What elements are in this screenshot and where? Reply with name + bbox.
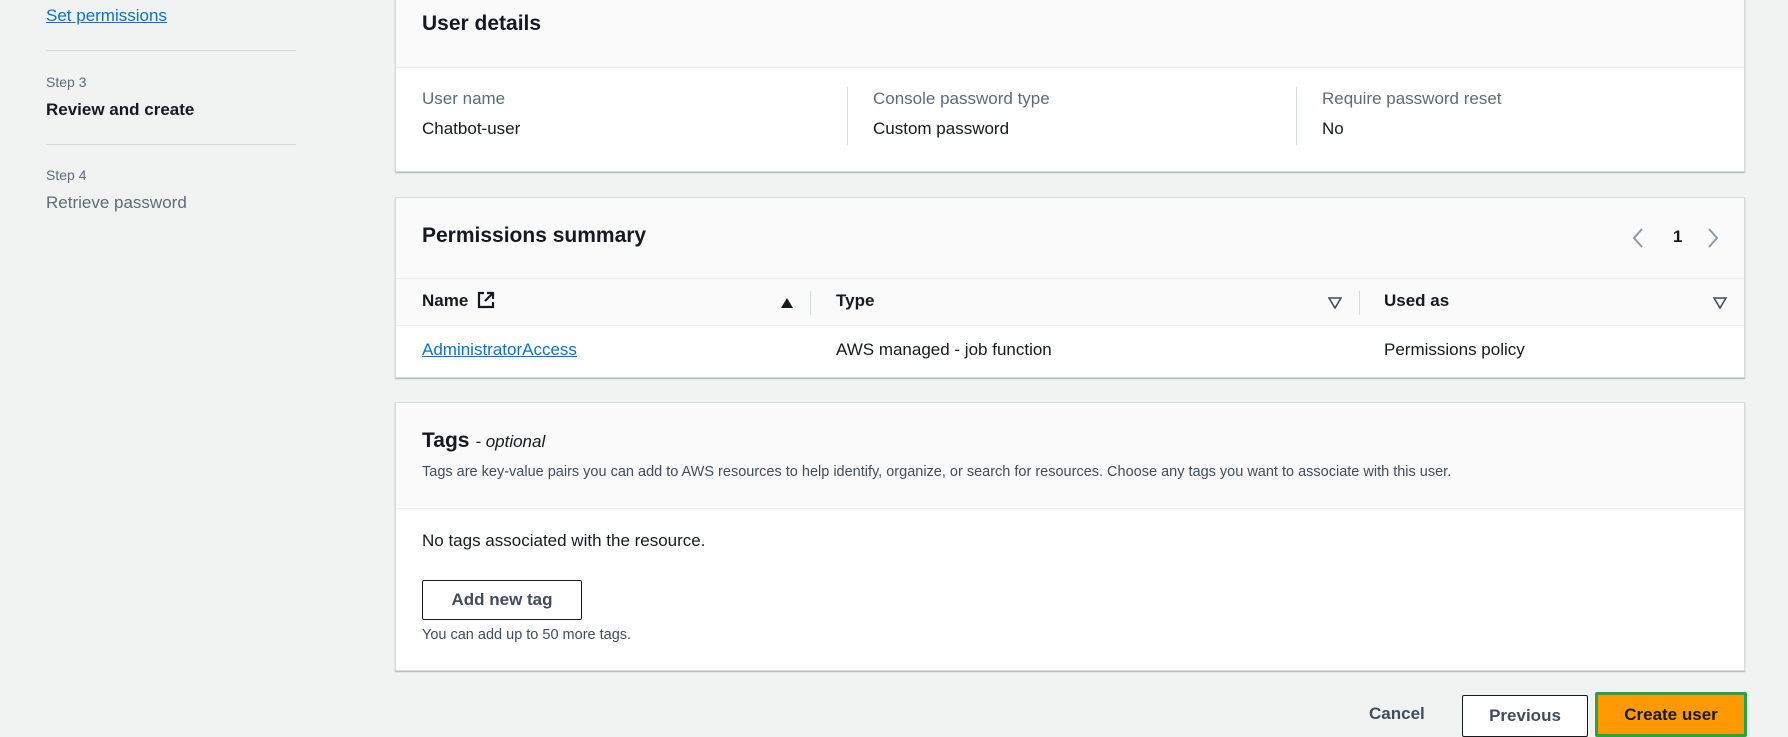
step4-label: Step 4 bbox=[46, 167, 87, 183]
tags-panel: Tags - optional Tags are key-value pairs… bbox=[395, 402, 1745, 671]
tags-header: Tags - optional Tags are key-value pairs… bbox=[396, 403, 1744, 509]
step-divider bbox=[46, 50, 296, 51]
add-new-tag-button[interactable]: Add new tag bbox=[422, 580, 582, 620]
user-details-panel: User details User name Chatbot-user Cons… bbox=[395, 0, 1745, 172]
user-details-title: User details bbox=[422, 12, 542, 35]
sort-ascending-icon[interactable] bbox=[780, 297, 794, 309]
sort-descending-icon[interactable] bbox=[1328, 297, 1342, 309]
step3-label: Step 3 bbox=[46, 74, 87, 90]
external-link-icon bbox=[477, 291, 495, 309]
policy-type: AWS managed - job function bbox=[836, 340, 1052, 359]
column-header-name[interactable]: Name bbox=[422, 291, 495, 311]
field-value: Chatbot-user bbox=[422, 119, 521, 138]
column-header-label: Name bbox=[422, 291, 469, 310]
tags-empty-text: No tags associated with the resource. bbox=[422, 531, 706, 550]
tags-title-text: Tags bbox=[422, 429, 470, 452]
permissions-table-header: Name Type Used as bbox=[396, 278, 1744, 326]
tags-title: Tags - optional bbox=[422, 429, 545, 453]
create-user-button[interactable]: Create user bbox=[1595, 692, 1747, 737]
field-value: Custom password bbox=[873, 119, 1010, 138]
permissions-summary-panel: Permissions summary 1 Name Type Used as bbox=[395, 197, 1745, 378]
tags-optional-label: - optional bbox=[475, 432, 546, 451]
step-divider bbox=[46, 144, 296, 145]
step-link-set-permissions[interactable]: Set permissions bbox=[46, 6, 167, 26]
column-header-type[interactable]: Type bbox=[836, 291, 874, 311]
pagination-prev-icon[interactable] bbox=[1631, 227, 1645, 249]
previous-button[interactable]: Previous bbox=[1462, 695, 1588, 737]
field-label: Console password type bbox=[873, 89, 1050, 108]
permissions-title: Permissions summary bbox=[422, 224, 647, 247]
field-separator bbox=[1296, 87, 1297, 145]
field-value: No bbox=[1322, 119, 1344, 138]
policy-used-as: Permissions policy bbox=[1384, 340, 1525, 359]
step3-title: Review and create bbox=[46, 100, 195, 119]
column-separator bbox=[810, 291, 811, 315]
pagination-next-icon[interactable] bbox=[1706, 227, 1720, 249]
field-label: User name bbox=[422, 89, 506, 108]
column-header-used-as[interactable]: Used as bbox=[1384, 291, 1449, 311]
column-separator bbox=[1359, 291, 1360, 315]
user-details-header: User details bbox=[396, 0, 1744, 68]
field-label: Require password reset bbox=[1322, 89, 1502, 108]
sort-descending-icon[interactable] bbox=[1713, 297, 1727, 309]
tags-limit-text: You can add up to 50 more tags. bbox=[422, 627, 632, 643]
cancel-button[interactable]: Cancel bbox=[1369, 704, 1425, 724]
step4-title: Retrieve password bbox=[46, 193, 187, 212]
table-row: AdministratorAccess AWS managed - job fu… bbox=[396, 326, 1744, 376]
permissions-header: Permissions summary 1 bbox=[396, 198, 1744, 278]
policy-link-administratoraccess[interactable]: AdministratorAccess bbox=[422, 340, 577, 360]
tags-description: Tags are key-value pairs you can add to … bbox=[422, 464, 1452, 480]
pagination-page-number[interactable]: 1 bbox=[1673, 227, 1682, 247]
field-separator bbox=[847, 87, 848, 145]
